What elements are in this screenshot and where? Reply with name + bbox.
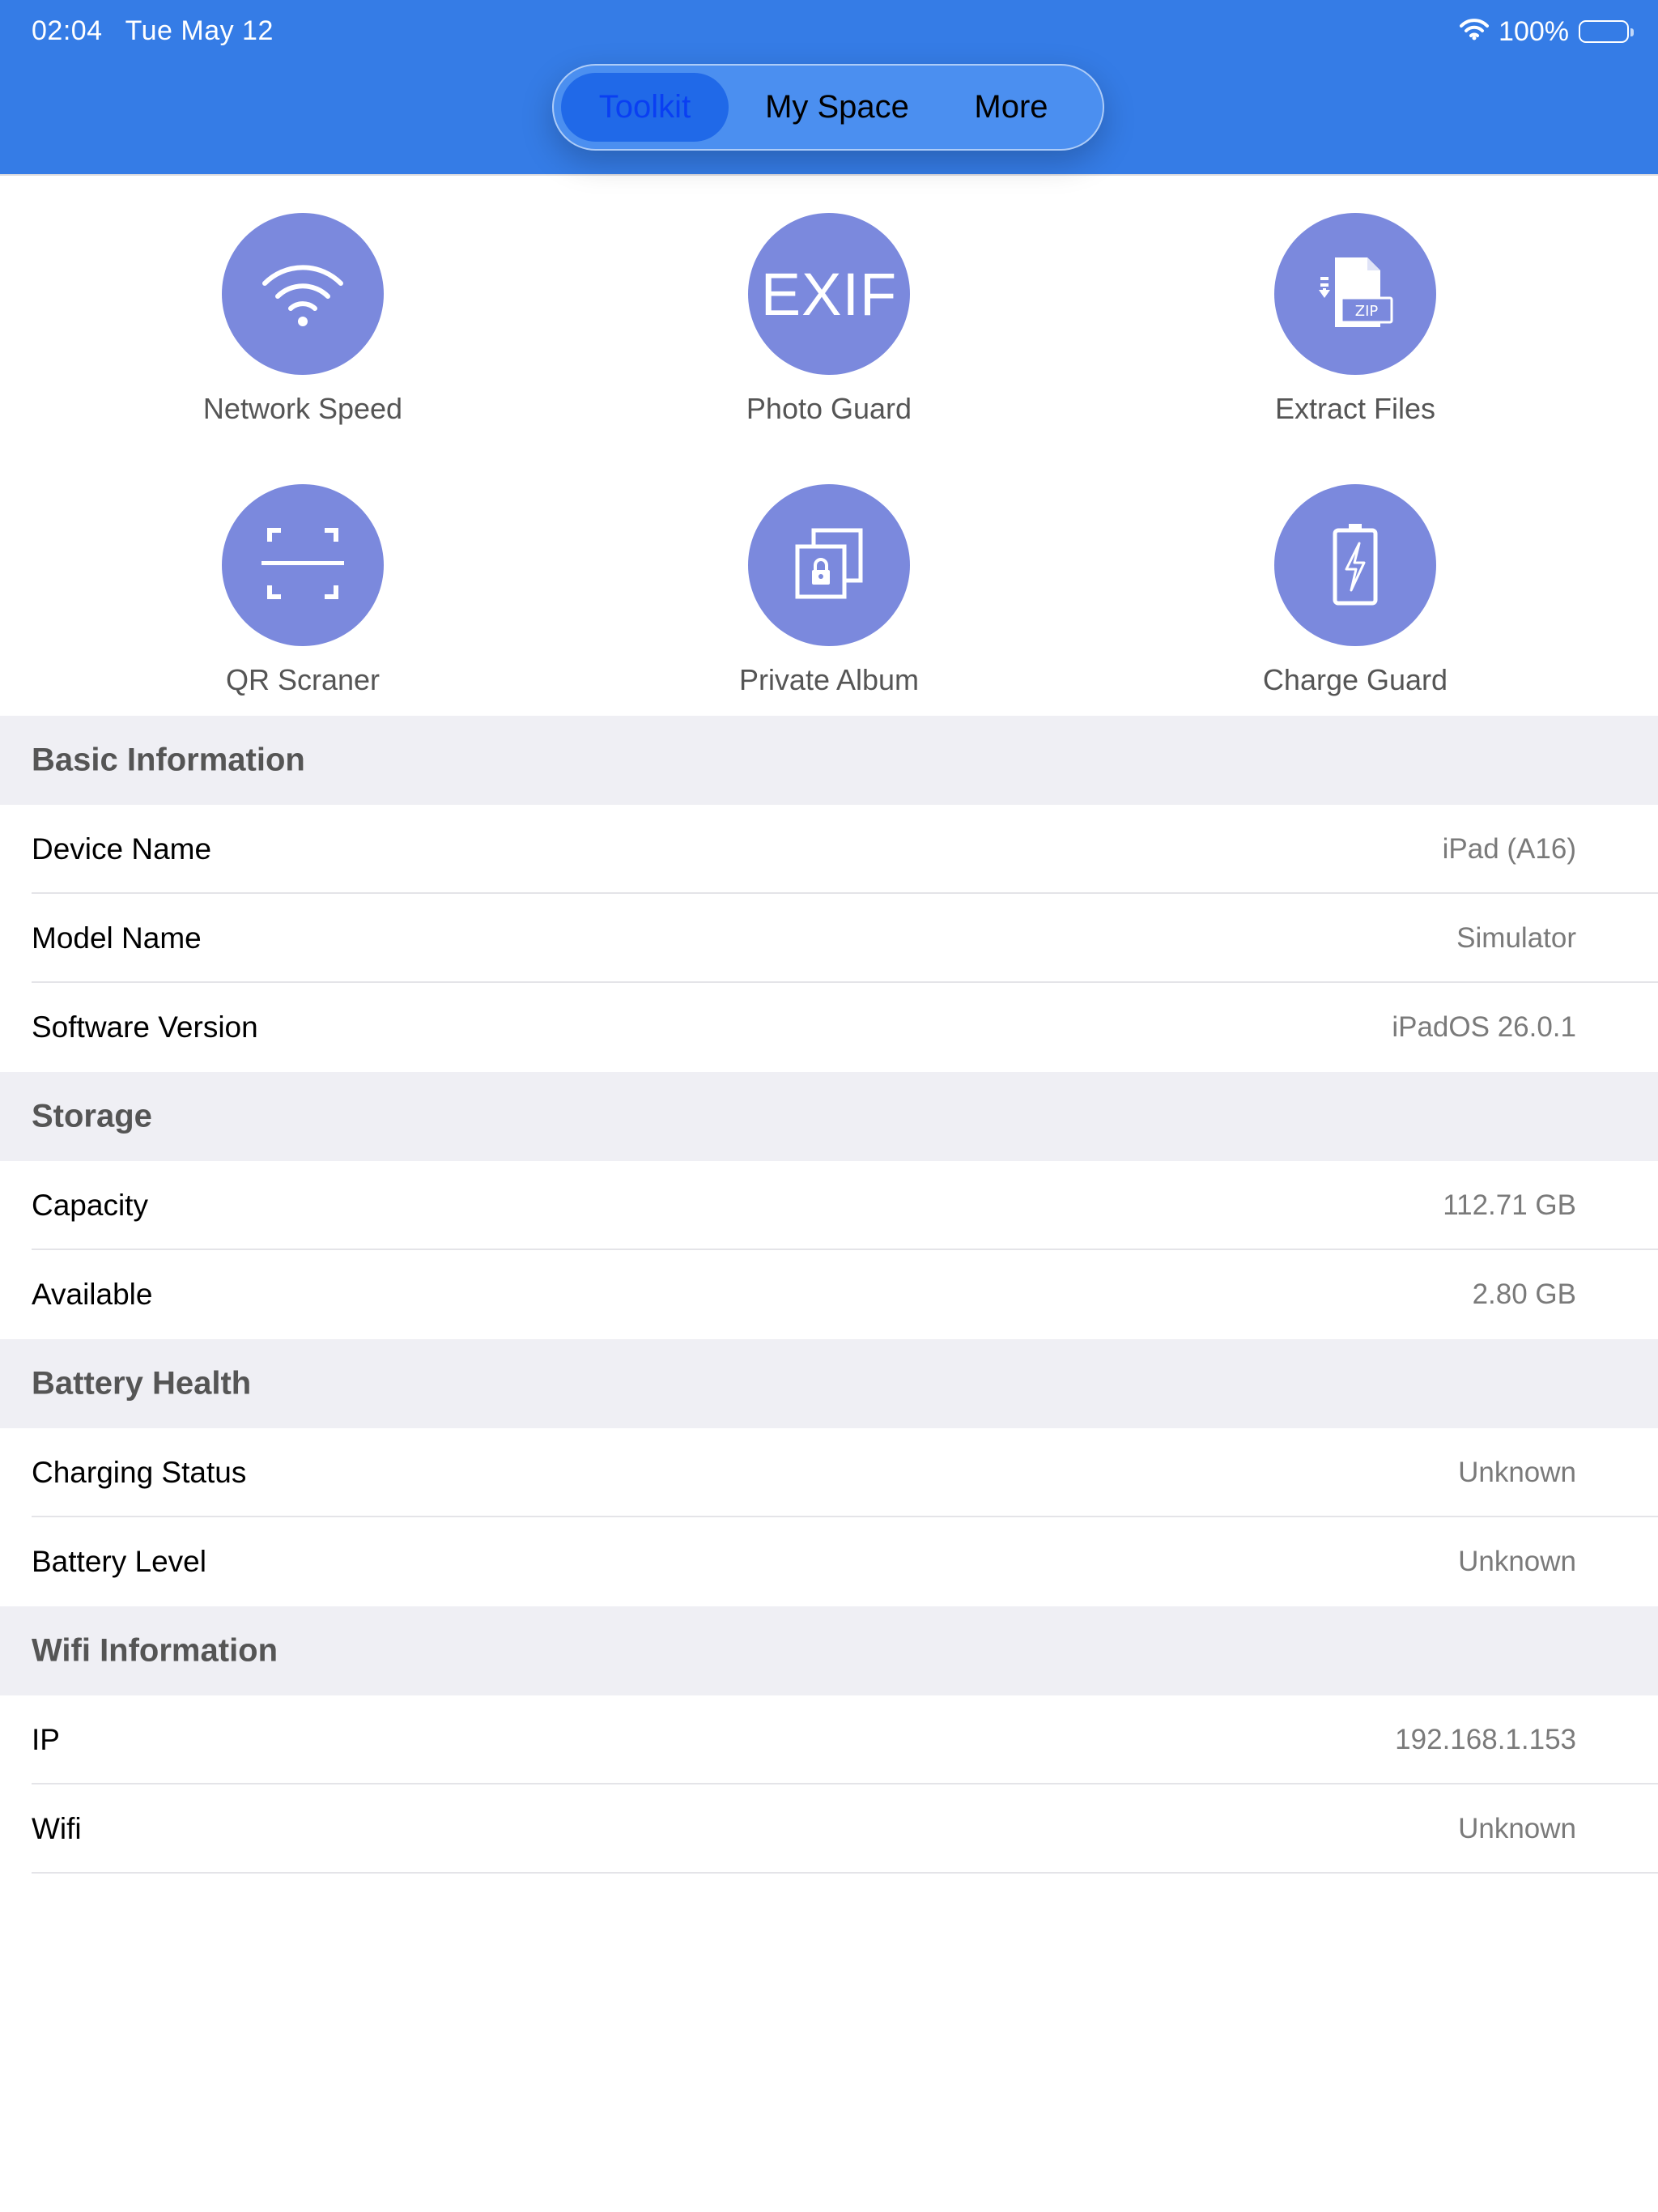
section-title: Wifi Information bbox=[32, 1632, 278, 1669]
segment-toolkit[interactable]: Toolkit bbox=[561, 73, 729, 142]
row-label: Wifi bbox=[32, 1812, 82, 1845]
network-speed-button[interactable] bbox=[222, 213, 384, 375]
status-time: 02:04 bbox=[32, 15, 103, 46]
navigation-header: 02:04 Tue May 12 100% Toolkit My Space Mo… bbox=[0, 0, 1658, 176]
row-label: Battery Level bbox=[32, 1545, 206, 1578]
tool-label: Extract Files bbox=[1274, 392, 1436, 425]
tool-charge-guard[interactable]: Charge Guard bbox=[1153, 484, 1558, 697]
info-row-device-name: Device Name iPad (A16) bbox=[0, 805, 1658, 894]
row-value: iPad (A16) bbox=[1442, 833, 1576, 865]
info-row-model-name: Model Name Simulator bbox=[0, 894, 1658, 983]
info-row-battery-level: Battery Level Unknown bbox=[0, 1517, 1658, 1606]
row-value: Unknown bbox=[1458, 1813, 1576, 1844]
wifi-status-icon bbox=[1460, 16, 1490, 48]
info-row-software-version: Software Version iPadOS 26.0.1 bbox=[0, 983, 1658, 1072]
row-divider bbox=[32, 1872, 1658, 1874]
tool-private-album[interactable]: Private Album bbox=[627, 484, 1031, 697]
charge-guard-button[interactable] bbox=[1274, 484, 1436, 646]
tool-label: Photo Guard bbox=[746, 392, 912, 425]
section-title: Battery Health bbox=[32, 1365, 252, 1402]
private-album-button[interactable] bbox=[748, 484, 910, 646]
status-bar-clock: 02:04 Tue May 12 bbox=[32, 15, 274, 47]
section-title: Basic Information bbox=[32, 742, 305, 778]
info-row-ip: IP 192.168.1.153 bbox=[0, 1695, 1658, 1784]
tool-photo-guard[interactable]: EXIF Photo Guard bbox=[627, 213, 1031, 426]
info-row-available: Available 2.80 GB bbox=[0, 1250, 1658, 1339]
info-row-charging-status: Charging Status Unknown bbox=[0, 1428, 1658, 1517]
battery-percent: 100% bbox=[1499, 15, 1569, 47]
section-header-wifi-information: Wifi Information bbox=[0, 1606, 1658, 1695]
tool-extract-files[interactable]: ZIP Extract Files bbox=[1153, 213, 1558, 426]
status-bar-indicators: 100% bbox=[1460, 14, 1634, 49]
row-label: Device Name bbox=[32, 832, 212, 866]
battery-icon bbox=[1579, 20, 1634, 43]
segment-more[interactable]: More bbox=[934, 73, 1088, 142]
row-label: Charging Status bbox=[32, 1456, 247, 1489]
row-value: 192.168.1.153 bbox=[1395, 1724, 1576, 1755]
row-value: 2.80 GB bbox=[1472, 1278, 1576, 1310]
tool-label: Charge Guard bbox=[1262, 663, 1448, 696]
section-header-battery-health: Battery Health bbox=[0, 1339, 1658, 1428]
row-value: Unknown bbox=[1458, 1457, 1576, 1488]
section-header-basic-information: Basic Information bbox=[0, 716, 1658, 805]
row-label: Available bbox=[32, 1278, 153, 1311]
info-row-wifi: Wifi Unknown bbox=[0, 1784, 1658, 1874]
segmented-control: Toolkit My Space More bbox=[552, 64, 1104, 151]
row-label: Model Name bbox=[32, 921, 202, 955]
tool-label: Network Speed bbox=[202, 392, 403, 425]
row-value: iPadOS 26.0.1 bbox=[1392, 1011, 1576, 1043]
row-label: Software Version bbox=[32, 1010, 258, 1044]
status-date: Tue May 12 bbox=[125, 15, 274, 46]
tool-qr-scanner[interactable]: QR Scraner bbox=[100, 484, 505, 697]
zip-file-icon: ZIP bbox=[1311, 248, 1400, 341]
section-title: Storage bbox=[32, 1098, 152, 1134]
tool-label: QR Scraner bbox=[225, 663, 380, 696]
exif-icon: EXIF bbox=[760, 260, 898, 328]
qr-scanner-icon bbox=[258, 519, 347, 612]
row-value: 112.71 GB bbox=[1443, 1189, 1576, 1221]
segment-my-space[interactable]: My Space bbox=[748, 73, 926, 142]
tool-label: Private Album bbox=[738, 663, 920, 696]
info-row-capacity: Capacity 112.71 GB bbox=[0, 1161, 1658, 1250]
private-album-icon bbox=[784, 519, 874, 612]
row-value: Simulator bbox=[1456, 922, 1576, 954]
row-label: Capacity bbox=[32, 1189, 148, 1222]
tool-network-speed[interactable]: Network Speed bbox=[100, 213, 505, 426]
row-label: IP bbox=[32, 1723, 60, 1756]
extract-files-button[interactable]: ZIP bbox=[1274, 213, 1436, 375]
section-header-storage: Storage bbox=[0, 1072, 1658, 1161]
battery-charge-icon bbox=[1311, 519, 1400, 612]
qr-scanner-button[interactable] bbox=[222, 484, 384, 646]
zip-label: ZIP bbox=[1355, 303, 1379, 320]
photo-guard-button[interactable]: EXIF bbox=[748, 213, 910, 375]
row-value: Unknown bbox=[1458, 1546, 1576, 1577]
wifi-icon bbox=[258, 256, 347, 333]
